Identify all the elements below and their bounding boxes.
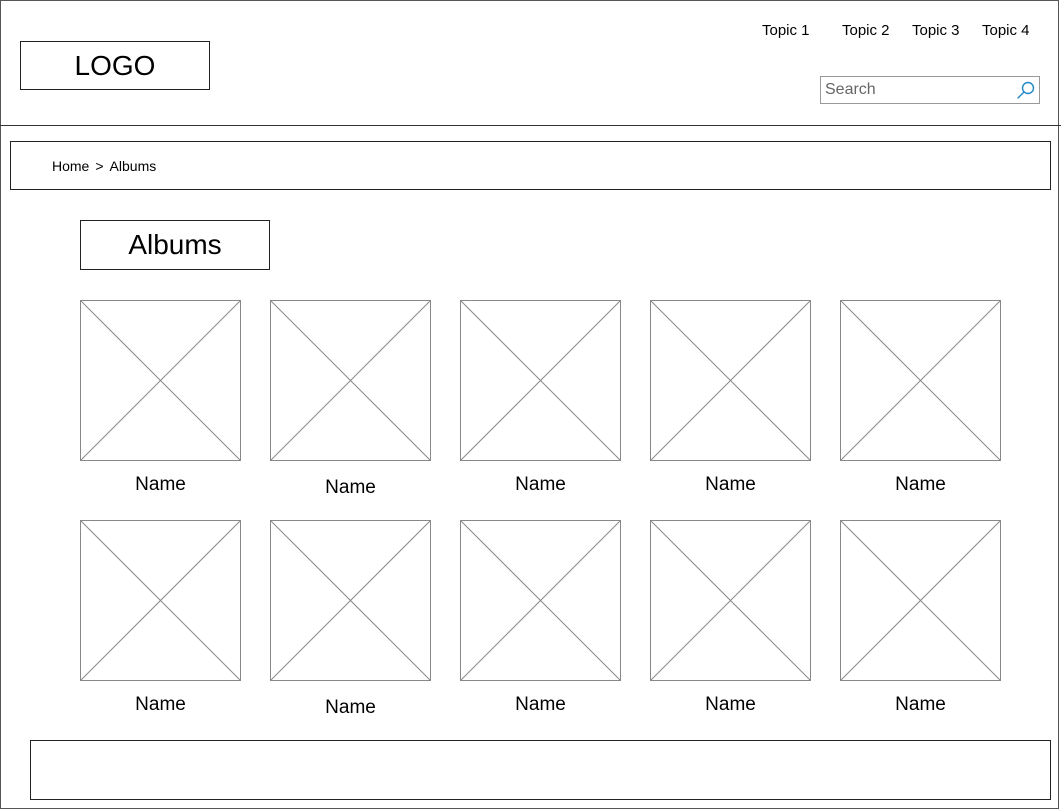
- album-name[interactable]: Name: [270, 697, 431, 719]
- album-image-placeholder: [270, 300, 431, 461]
- album-image-placeholder: [650, 520, 811, 681]
- album-name[interactable]: Name: [80, 474, 241, 496]
- breadcrumb-albums[interactable]: Albums: [110, 158, 157, 174]
- album-image-placeholder: [460, 300, 621, 461]
- nav-topic-4[interactable]: Topic 4: [982, 22, 1030, 39]
- search-icon[interactable]: [1016, 80, 1036, 100]
- album-image-placeholder: [840, 300, 1001, 461]
- album-card[interactable]: Name: [270, 300, 431, 498]
- breadcrumb-separator: >: [95, 158, 104, 174]
- album-name[interactable]: Name: [840, 474, 1001, 496]
- album-image-placeholder: [270, 520, 431, 681]
- nav-topic-3[interactable]: Topic 3: [912, 22, 960, 39]
- page-title-text: Albums: [128, 229, 222, 260]
- album-card[interactable]: Name: [80, 300, 241, 495]
- logo[interactable]: LOGO: [20, 41, 210, 90]
- album-image-placeholder: [840, 520, 1001, 681]
- album-card[interactable]: Name: [650, 300, 811, 495]
- album-card[interactable]: Name: [650, 520, 811, 715]
- album-card[interactable]: Name: [840, 300, 1001, 495]
- album-image-placeholder: [460, 520, 621, 681]
- album-name[interactable]: Name: [650, 474, 811, 496]
- album-card[interactable]: Name: [80, 520, 241, 715]
- breadcrumb-home[interactable]: Home: [52, 158, 89, 174]
- album-name[interactable]: Name: [650, 694, 811, 716]
- nav-topic-1[interactable]: Topic 1: [762, 22, 810, 39]
- album-card[interactable]: Name: [460, 300, 621, 495]
- logo-text: LOGO: [74, 49, 156, 81]
- footer: [30, 740, 1051, 800]
- page-title: Albums: [80, 220, 270, 270]
- album-card[interactable]: Name: [270, 520, 431, 718]
- album-name[interactable]: Name: [840, 694, 1001, 716]
- search-box: [820, 76, 1040, 104]
- album-image-placeholder: [80, 300, 241, 461]
- album-image-placeholder: [650, 300, 811, 461]
- header: LOGO Topic 1 Topic 2 Topic 3 Topic 4: [0, 0, 1061, 126]
- album-name[interactable]: Name: [460, 474, 621, 496]
- breadcrumb: Home > Albums: [52, 158, 156, 174]
- nav-topic-2[interactable]: Topic 2: [842, 22, 890, 39]
- breadcrumb-bar: Home > Albums: [10, 141, 1051, 190]
- album-name[interactable]: Name: [270, 477, 431, 499]
- album-image-placeholder: [80, 520, 241, 681]
- album-card[interactable]: Name: [840, 520, 1001, 715]
- album-card[interactable]: Name: [460, 520, 621, 715]
- album-name[interactable]: Name: [460, 694, 621, 716]
- album-name[interactable]: Name: [80, 694, 241, 716]
- search-input[interactable]: [821, 77, 1015, 103]
